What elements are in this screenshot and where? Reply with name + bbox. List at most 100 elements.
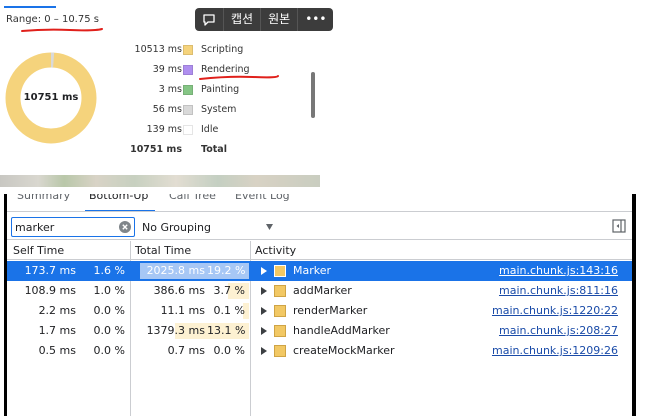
total-time-ms: 386.6 ms [153,284,205,297]
total-time-ms: 2025.8 ms [146,264,205,277]
total-time-ms: 11.1 ms [160,304,205,317]
total-time-pct: 0.0 % [213,344,245,357]
handwritten-underline-rendering [199,75,279,80]
summary-legend: 10513 ms Scripting 39 ms Rendering 3 ms … [110,40,310,160]
legend-row-system: 56 ms System [110,100,310,120]
tab-summary[interactable]: Summary [17,194,70,202]
legend-value: 139 ms [146,124,182,135]
total-time-pct: 19.2 % [207,264,246,277]
legend-value: 10513 ms [134,44,182,55]
tab-call-tree[interactable]: Call Tree [169,194,216,202]
activity-name: createMockMarker [293,344,395,357]
filter-box [11,217,135,237]
comment-icon-button[interactable] [195,8,224,31]
legend-name: Painting [201,84,240,95]
scripting-category-icon [274,265,286,277]
summary-tab-indicator [4,6,56,8]
source-link[interactable]: main.chunk.js:1209:26 [492,341,618,361]
handwritten-underline-range [21,28,103,32]
self-time-pct: 0.0 % [93,324,125,337]
expand-triangle-icon[interactable] [261,347,267,355]
legend-value: 3 ms [158,84,182,95]
total-time-ms: 0.7 ms [167,344,205,357]
legend-swatch-scripting [183,45,193,55]
self-time-pct: 1.0 % [93,284,125,297]
active-tab-indicator [85,210,155,211]
total-time-pct: 13.1 % [207,324,246,337]
legend-value: 39 ms [152,64,182,75]
self-time-pct: 0.0 % [93,304,125,317]
legend-swatch-idle [183,125,193,135]
self-time-ms: 0.5 ms [38,344,76,357]
summary-scrollbar-thumb[interactable] [311,72,315,118]
clear-filter-icon[interactable] [119,221,131,233]
activity-name: Marker [293,264,332,277]
total-time-pct: 0.1 % [213,304,245,317]
expand-triangle-icon[interactable] [261,267,267,275]
legend-row-painting: 3 ms Painting [110,80,310,100]
table-row[interactable]: 108.9 ms 1.0 % 386.6 ms 3.7 % addMarker … [7,281,632,301]
table-row[interactable]: 0.5 ms 0.0 % 0.7 ms 0.0 % createMockMark… [7,341,632,361]
legend-row-idle: 139 ms Idle [110,120,310,140]
activity-name: handleAddMarker [293,324,390,337]
self-time-ms: 108.9 ms [24,284,76,297]
legend-swatch-system [183,105,193,115]
scripting-category-icon [274,345,286,357]
expand-triangle-icon[interactable] [261,287,267,295]
devtools-frame: Summary Bottom-Up Call Tree Event Log No… [4,194,636,416]
self-time-ms: 2.2 ms [38,304,76,317]
grouping-select[interactable]: No Grouping [142,221,211,234]
expand-triangle-icon[interactable] [261,327,267,335]
legend-total-name: Total [201,144,227,155]
header-activity[interactable]: Activity [255,244,296,257]
chevron-down-icon[interactable] [266,224,273,230]
bottom-up-rows: 173.7 ms 1.6 % 2025.8 ms 19.2 % Marker m… [7,261,632,361]
bottom-up-panel: Summary Bottom-Up Call Tree Event Log No… [7,194,632,416]
filter-input[interactable] [15,219,115,235]
bottom-up-toolbar: No Grouping [7,213,632,240]
legend-name: Scripting [201,44,244,55]
self-time-pct: 0.0 % [93,344,125,357]
header-self-time[interactable]: Self Time [13,244,64,257]
tab-event-log[interactable]: Event Log [235,194,290,202]
more-button[interactable]: ••• [298,8,333,31]
legend-total-value: 10751 ms [130,144,182,155]
legend-swatch-rendering [183,65,193,75]
original-button[interactable]: 원본 [261,8,299,31]
legend-name: System [201,104,237,115]
table-row[interactable]: 2.2 ms 0.0 % 11.1 ms 0.1 % renderMarker … [7,301,632,321]
header-total-time[interactable]: Total Time [135,244,191,257]
comment-icon [203,13,215,26]
tab-bottom-up[interactable]: Bottom-Up [89,194,148,202]
caption-button[interactable]: 캡션 [224,8,262,31]
details-tabs: Summary Bottom-Up Call Tree Event Log [7,194,632,212]
table-row[interactable]: 173.7 ms 1.6 % 2025.8 ms 19.2 % Marker m… [7,261,632,281]
scripting-category-icon [274,325,286,337]
self-time-pct: 1.6 % [93,264,125,277]
total-time-ms: 1379.3 ms [146,324,205,337]
legend-row-total: 10751 ms Total [110,140,310,160]
map-background-strip [0,175,320,187]
summary-panel: Range: 0 – 10.75 s 캡션 원본 ••• 10751 ms 10… [0,0,334,188]
range-label: Range: 0 – 10.75 s [6,14,99,25]
activity-name: renderMarker [293,304,368,317]
toggle-sidebar-icon[interactable] [612,219,626,233]
self-time-ms: 173.7 ms [24,264,76,277]
image-overlay-toolbar: 캡션 원본 ••• [195,8,334,31]
source-link[interactable]: main.chunk.js:811:16 [499,281,618,301]
table-header: Self Time Total Time Activity [7,241,632,260]
source-link[interactable]: main.chunk.js:208:27 [499,321,618,341]
scripting-category-icon [274,305,286,317]
legend-swatch-painting [183,85,193,95]
expand-triangle-icon[interactable] [261,307,267,315]
total-time-pct: 3.7 % [213,284,245,297]
self-time-ms: 1.7 ms [38,324,76,337]
donut-center-value: 10751 ms [23,92,79,103]
source-link[interactable]: main.chunk.js:143:16 [499,261,618,281]
source-link[interactable]: main.chunk.js:1220:22 [492,301,618,321]
table-row[interactable]: 1.7 ms 0.0 % 1379.3 ms 13.1 % handleAddM… [7,321,632,341]
activity-name: addMarker [293,284,352,297]
legend-row-scripting: 10513 ms Scripting [110,40,310,60]
scripting-category-icon [274,285,286,297]
legend-name: Idle [201,124,219,135]
